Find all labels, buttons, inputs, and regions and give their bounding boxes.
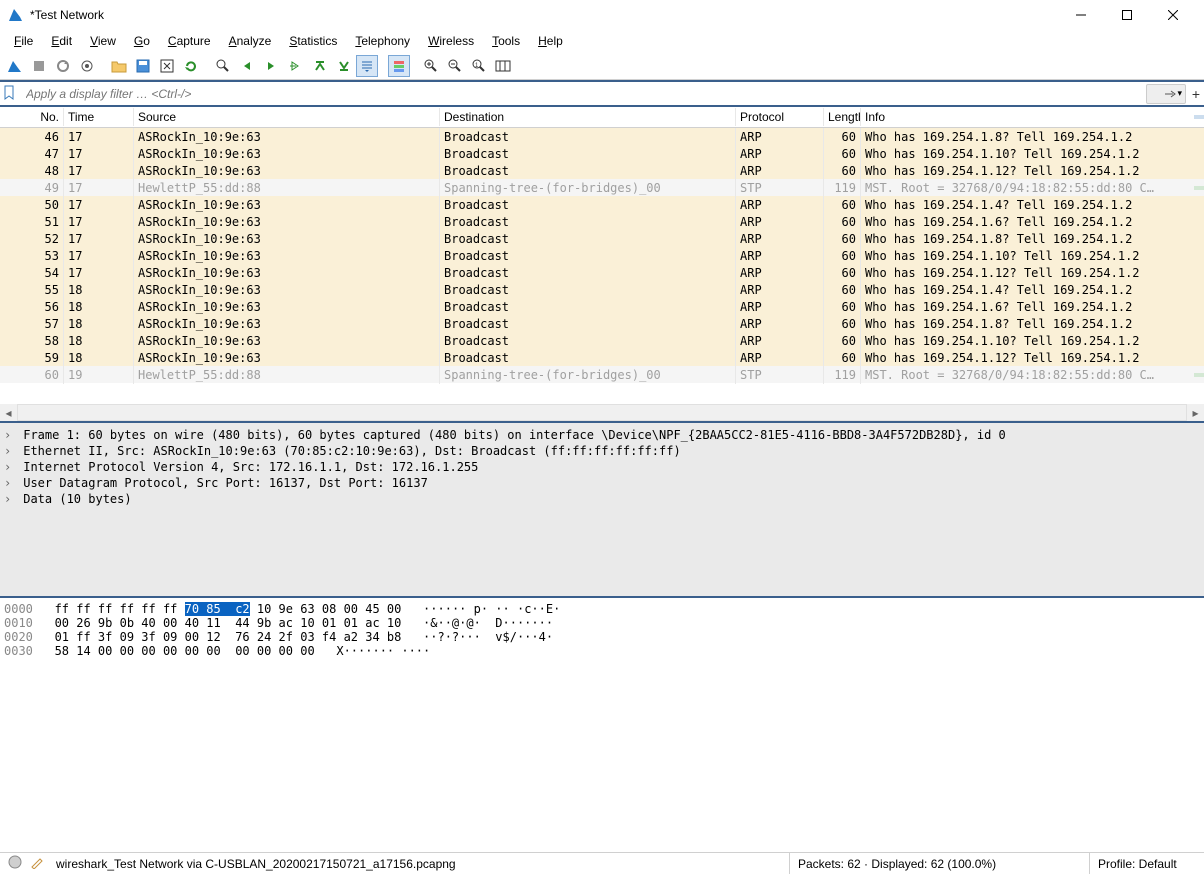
- hex-row[interactable]: 0030 58 14 00 00 00 00 00 00 00 00 00 00…: [4, 644, 1200, 658]
- menu-tools[interactable]: Tools: [484, 32, 528, 50]
- col-header-protocol: Protocol: [736, 108, 824, 126]
- packet-row[interactable]: 5017ASRockIn_10:9e:63BroadcastARP60Who h…: [0, 196, 1204, 213]
- menu-telephony[interactable]: Telephony: [347, 32, 418, 50]
- window-title: *Test Network: [30, 8, 1058, 22]
- reload-icon[interactable]: [180, 55, 202, 77]
- detail-line[interactable]: › Ethernet II, Src: ASRockIn_10:9e:63 (7…: [4, 443, 1200, 459]
- packet-details[interactable]: › Frame 1: 60 bytes on wire (480 bits), …: [0, 423, 1204, 598]
- filter-apply-button[interactable]: ▾: [1146, 84, 1186, 104]
- menu-view[interactable]: View: [82, 32, 124, 50]
- detail-line[interactable]: › User Datagram Protocol, Src Port: 1613…: [4, 475, 1200, 491]
- open-file-icon[interactable]: [108, 55, 130, 77]
- col-header-info: Info: [861, 108, 1194, 126]
- go-to-packet-icon[interactable]: [284, 55, 306, 77]
- zoom-reset-icon[interactable]: 1: [468, 55, 490, 77]
- auto-scroll-icon[interactable]: [356, 55, 378, 77]
- packet-row[interactable]: 4717ASRockIn_10:9e:63BroadcastARP60Who h…: [0, 145, 1204, 162]
- menu-go[interactable]: Go: [126, 32, 158, 50]
- packet-row[interactable]: 5818ASRockIn_10:9e:63BroadcastARP60Who h…: [0, 332, 1204, 349]
- status-packets: Packets: 62 · Displayed: 62 (100.0%): [790, 853, 1090, 874]
- go-last-icon[interactable]: [332, 55, 354, 77]
- packet-row[interactable]: 5718ASRockIn_10:9e:63BroadcastARP60Who h…: [0, 315, 1204, 332]
- hex-row[interactable]: 0000 ff ff ff ff ff ff 70 85 c2 10 9e 63…: [4, 602, 1200, 616]
- close-button[interactable]: [1150, 1, 1196, 29]
- resize-columns-icon[interactable]: [492, 55, 514, 77]
- minimize-button[interactable]: [1058, 1, 1104, 29]
- zoom-in-icon[interactable]: [420, 55, 442, 77]
- col-header-no: No.: [0, 108, 64, 126]
- status-file: wireshark_Test Network via C-USBLAN_2020…: [48, 853, 790, 874]
- detail-line[interactable]: › Internet Protocol Version 4, Src: 172.…: [4, 459, 1200, 475]
- edit-icon[interactable]: [30, 855, 44, 872]
- col-header-destination: Destination: [440, 108, 736, 126]
- menu-statistics[interactable]: Statistics: [281, 32, 345, 50]
- maximize-button[interactable]: [1104, 1, 1150, 29]
- colorize-icon[interactable]: [388, 55, 410, 77]
- capture-options-icon[interactable]: [76, 55, 98, 77]
- filter-bar: ▾ +: [0, 80, 1204, 107]
- packet-list-body[interactable]: 4617ASRockIn_10:9e:63BroadcastARP60Who h…: [0, 128, 1204, 404]
- restart-capture-icon[interactable]: [52, 55, 74, 77]
- packet-list-hscroll[interactable]: ◂▸: [0, 404, 1204, 421]
- col-header-time: Time: [64, 108, 134, 126]
- expert-info-icon[interactable]: [8, 855, 22, 872]
- go-back-icon[interactable]: [236, 55, 258, 77]
- menubar: File Edit View Go Capture Analyze Statis…: [0, 30, 1204, 52]
- packet-row[interactable]: 6019HewlettP_55:dd:88Spanning-tree-(for-…: [0, 366, 1204, 383]
- save-file-icon[interactable]: [132, 55, 154, 77]
- menu-wireless[interactable]: Wireless: [420, 32, 482, 50]
- packet-row[interactable]: 5417ASRockIn_10:9e:63BroadcastARP60Who h…: [0, 264, 1204, 281]
- app-icon: [8, 7, 24, 23]
- packet-row[interactable]: 4817ASRockIn_10:9e:63BroadcastARP60Who h…: [0, 162, 1204, 179]
- zoom-out-icon[interactable]: [444, 55, 466, 77]
- packet-row[interactable]: 5117ASRockIn_10:9e:63BroadcastARP60Who h…: [0, 213, 1204, 230]
- menu-capture[interactable]: Capture: [160, 32, 219, 50]
- display-filter-input[interactable]: [22, 84, 1144, 104]
- menu-analyze[interactable]: Analyze: [221, 32, 280, 50]
- packet-row[interactable]: 5518ASRockIn_10:9e:63BroadcastARP60Who h…: [0, 281, 1204, 298]
- status-profile[interactable]: Profile: Default: [1090, 853, 1200, 874]
- find-packet-icon[interactable]: [212, 55, 234, 77]
- col-header-length: Length: [824, 108, 861, 126]
- go-forward-icon[interactable]: [260, 55, 282, 77]
- add-filter-button[interactable]: +: [1188, 86, 1204, 102]
- statusbar: wireshark_Test Network via C-USBLAN_2020…: [0, 852, 1204, 874]
- close-file-icon[interactable]: [156, 55, 178, 77]
- packet-row[interactable]: 4917HewlettP_55:dd:88Spanning-tree-(for-…: [0, 179, 1204, 196]
- detail-line[interactable]: › Frame 1: 60 bytes on wire (480 bits), …: [4, 427, 1200, 443]
- packet-list: No. Time Source Destination Protocol Len…: [0, 107, 1204, 423]
- detail-line[interactable]: › Data (10 bytes): [4, 491, 1200, 507]
- go-first-icon[interactable]: [308, 55, 330, 77]
- packet-row[interactable]: 5217ASRockIn_10:9e:63BroadcastARP60Who h…: [0, 230, 1204, 247]
- packet-row[interactable]: 5918ASRockIn_10:9e:63BroadcastARP60Who h…: [0, 349, 1204, 366]
- toolbar: 1: [0, 52, 1204, 80]
- hex-row[interactable]: 0020 01 ff 3f 09 3f 09 00 12 76 24 2f 03…: [4, 630, 1200, 644]
- packet-bytes[interactable]: 0000 ff ff ff ff ff ff 70 85 c2 10 9e 63…: [0, 598, 1204, 852]
- packet-row[interactable]: 5618ASRockIn_10:9e:63BroadcastARP60Who h…: [0, 298, 1204, 315]
- col-header-source: Source: [134, 108, 440, 126]
- packet-row[interactable]: 4617ASRockIn_10:9e:63BroadcastARP60Who h…: [0, 128, 1204, 145]
- start-capture-icon[interactable]: [4, 55, 26, 77]
- menu-edit[interactable]: Edit: [43, 32, 80, 50]
- menu-help[interactable]: Help: [530, 32, 571, 50]
- stop-capture-icon[interactable]: [28, 55, 50, 77]
- window-controls: [1058, 1, 1196, 29]
- packet-row[interactable]: 5317ASRockIn_10:9e:63BroadcastARP60Who h…: [0, 247, 1204, 264]
- bookmark-icon[interactable]: [2, 85, 20, 103]
- titlebar: *Test Network: [0, 0, 1204, 30]
- hex-row[interactable]: 0010 00 26 9b 0b 40 00 40 11 44 9b ac 10…: [4, 616, 1200, 630]
- packet-list-header[interactable]: No. Time Source Destination Protocol Len…: [0, 107, 1204, 128]
- menu-file[interactable]: File: [6, 32, 41, 50]
